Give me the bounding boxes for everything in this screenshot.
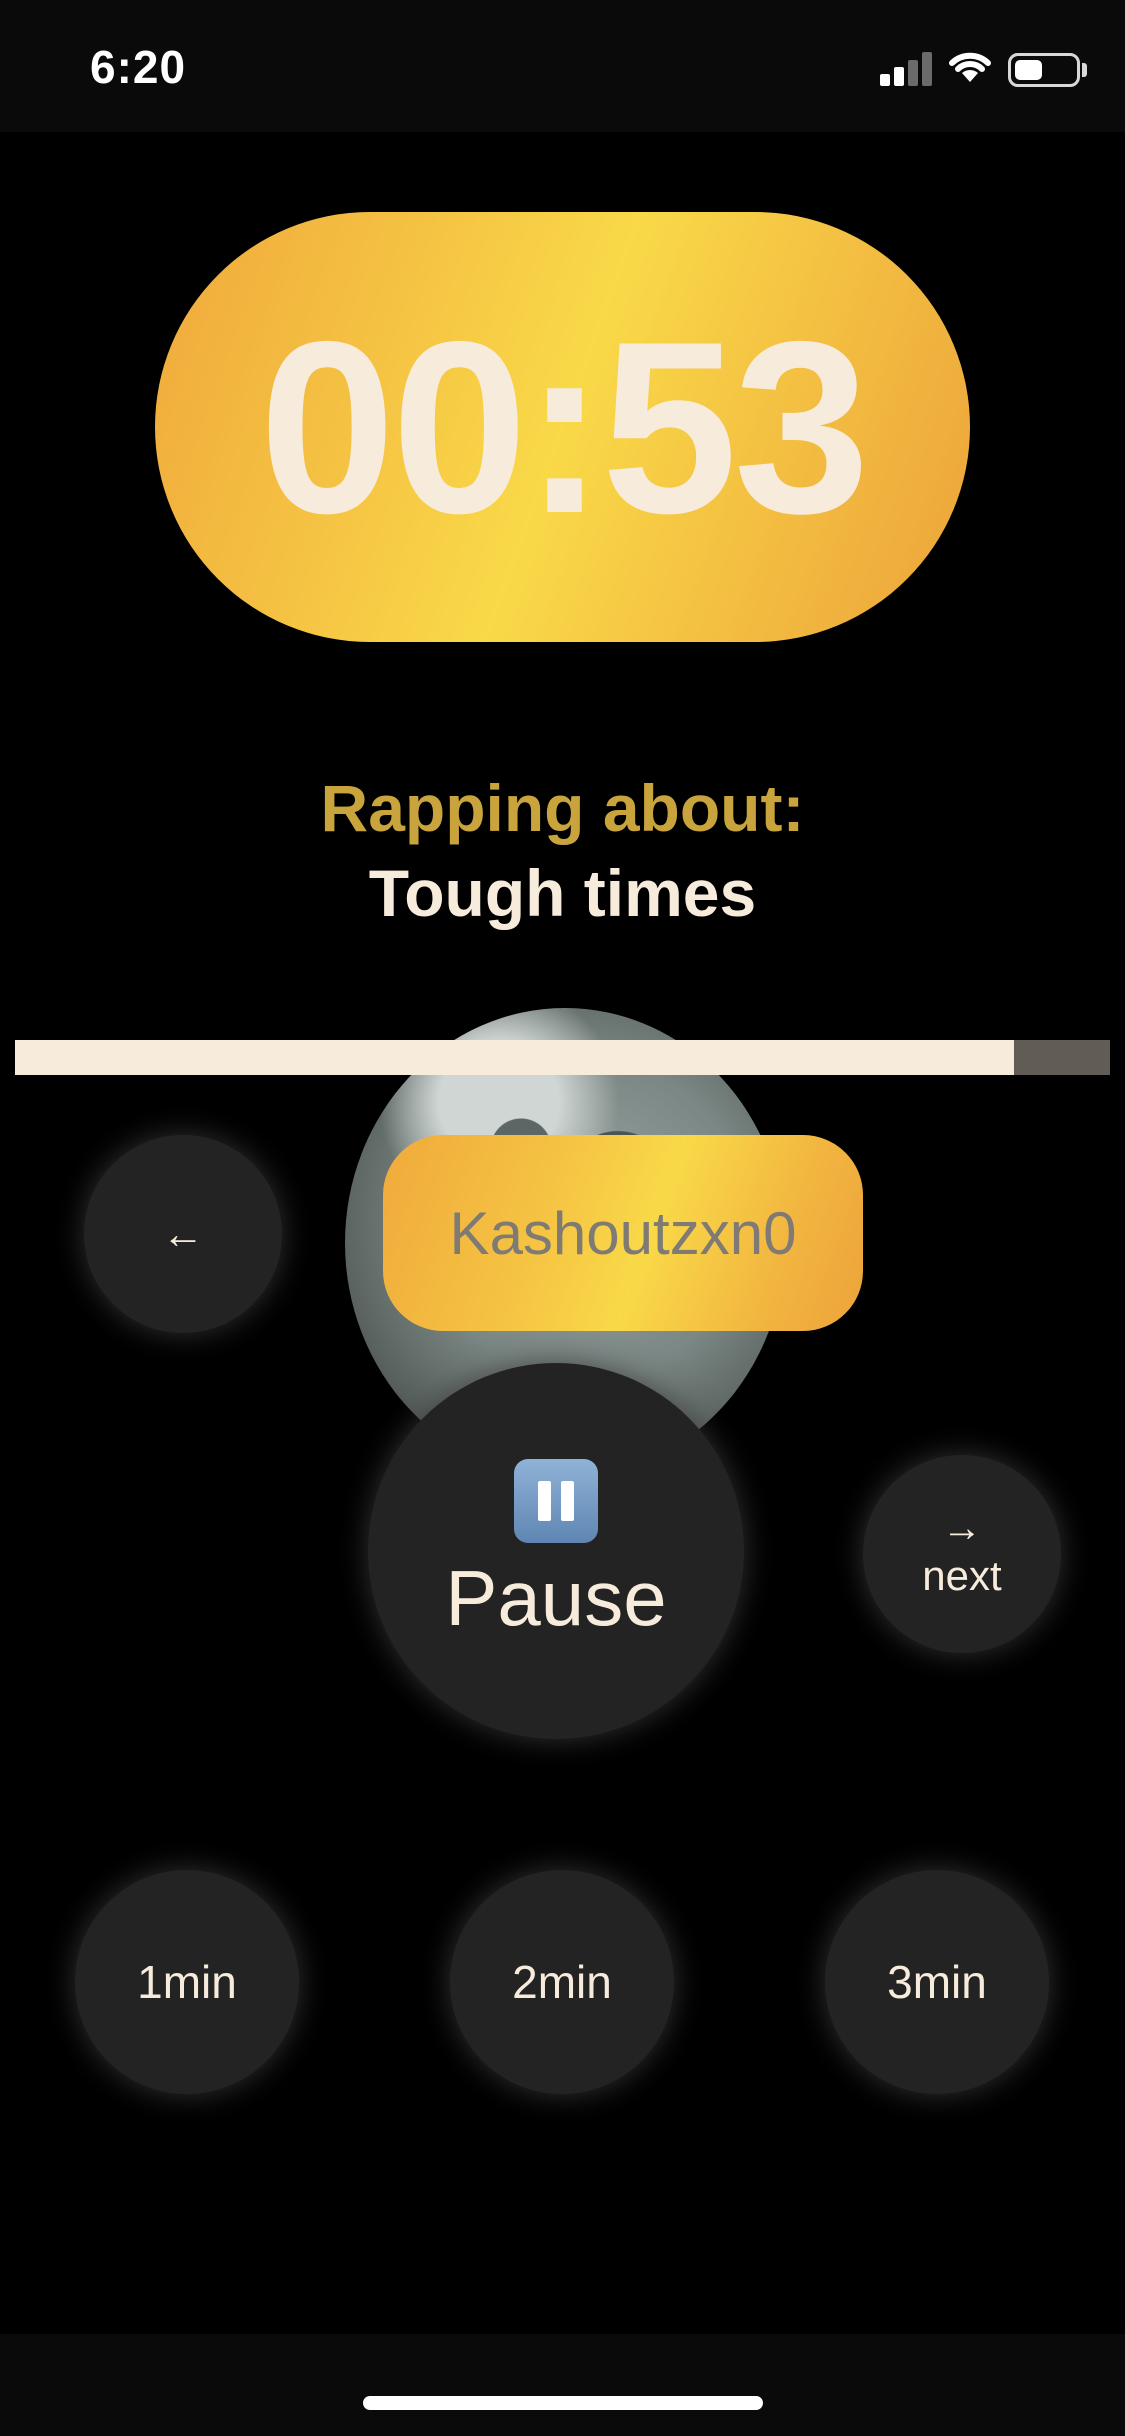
username-text: Kashoutzxn0 (449, 1199, 797, 1267)
status-bar: 6:20 (0, 0, 1125, 132)
topic-label: Rapping about: (320, 771, 805, 845)
progress-bar (15, 1040, 1110, 1075)
timer-display: 00:53 (155, 212, 970, 642)
username-badge: Kashoutzxn0 (383, 1135, 863, 1331)
battery-icon (1008, 53, 1080, 87)
duration-2min-button[interactable]: 2min (450, 1870, 674, 2094)
back-arrow-icon: ← (162, 1210, 204, 1257)
signal-bar (894, 67, 904, 86)
pause-button[interactable]: Pause (368, 1363, 744, 1739)
back-button[interactable]: ← (84, 1135, 282, 1333)
topic-value: Tough times (368, 856, 757, 930)
home-indicator[interactable] (363, 2396, 763, 2410)
duration-label: 1min (137, 1956, 237, 2008)
battery-tip (1082, 63, 1087, 77)
next-arrow-icon: → (942, 1506, 982, 1550)
timer-text: 00:53 (259, 289, 870, 564)
pause-bar (538, 1480, 551, 1521)
screen: 6:20 00:53 Rapping about: Tough times ← … (0, 0, 1125, 2436)
signal-icon (880, 50, 934, 86)
duration-1min-button[interactable]: 1min (75, 1870, 299, 2094)
signal-bar (880, 74, 890, 86)
signal-bar (908, 60, 918, 86)
home-area (0, 2334, 1125, 2436)
signal-bar (922, 52, 932, 86)
duration-label: 3min (887, 1956, 987, 2008)
battery-fill (1015, 60, 1042, 80)
progress-fill (15, 1040, 1014, 1075)
pause-icon (514, 1458, 598, 1543)
duration-3min-button[interactable]: 3min (825, 1870, 1049, 2094)
pause-bar (561, 1480, 574, 1521)
status-time: 6:20 (90, 41, 187, 93)
pause-label: Pause (445, 1553, 667, 1642)
next-label: next (922, 1552, 1002, 1599)
wifi-icon (949, 52, 991, 82)
duration-label: 2min (512, 1956, 612, 2008)
next-button[interactable]: → next (863, 1455, 1061, 1653)
